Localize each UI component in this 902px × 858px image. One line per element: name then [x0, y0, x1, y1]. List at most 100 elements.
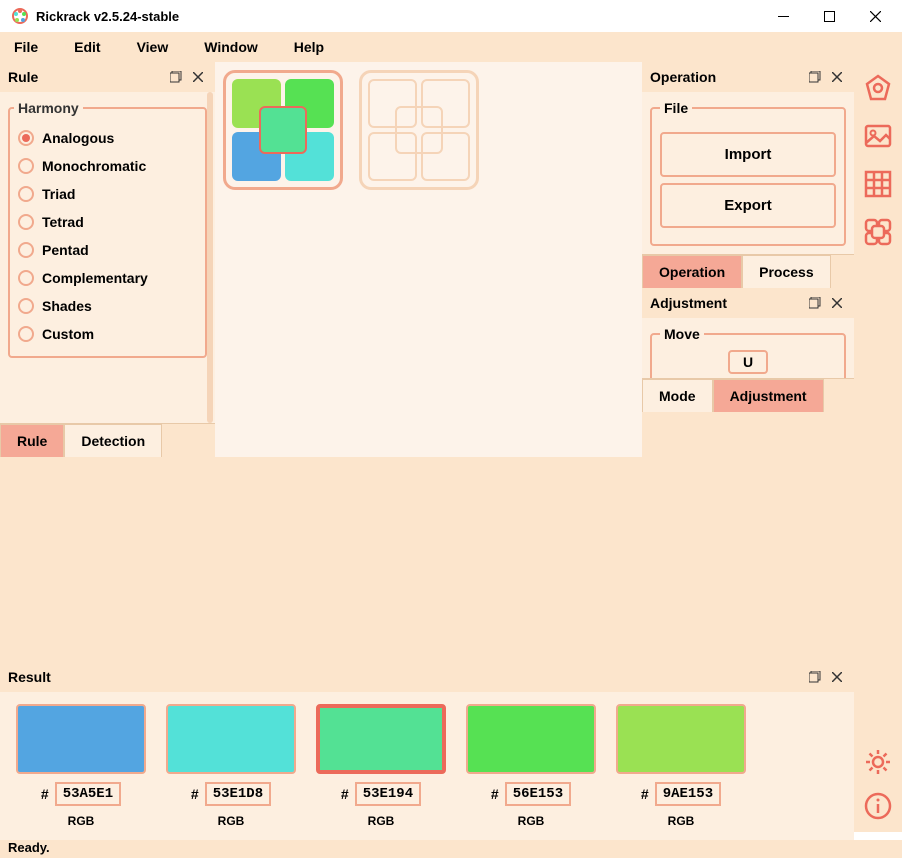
- rgb-label: RGB: [218, 814, 245, 828]
- rule-panel-title: Rule: [8, 69, 163, 85]
- adjustment-body: Move U: [642, 318, 854, 378]
- rgb-label: RGB: [518, 814, 545, 828]
- radio-analogous[interactable]: Analogous: [14, 124, 201, 152]
- board-tool-icon[interactable]: [860, 214, 896, 250]
- radio-icon: [18, 214, 34, 230]
- radio-triad[interactable]: Triad: [14, 180, 201, 208]
- info-icon[interactable]: [860, 788, 896, 824]
- wheel-tool-icon[interactable]: [860, 70, 896, 106]
- scrollbar[interactable]: [207, 92, 213, 423]
- hex-input[interactable]: 53A5E1: [55, 782, 121, 806]
- radio-icon: [18, 298, 34, 314]
- detach-icon[interactable]: [806, 294, 824, 312]
- color-swatch[interactable]: [16, 704, 146, 774]
- grid-tool-icon[interactable]: [860, 166, 896, 202]
- radio-icon: [18, 130, 34, 146]
- hex-input[interactable]: 56E153: [505, 782, 571, 806]
- thumbnail-row: [223, 70, 634, 190]
- adjustment-tabs: Mode Adjustment: [642, 378, 854, 412]
- radio-icon: [18, 326, 34, 342]
- rule-body: Harmony Analogous Monochromatic Triad Te…: [0, 92, 215, 423]
- palette-thumbnail-empty[interactable]: [359, 70, 479, 190]
- menu-edit[interactable]: Edit: [68, 35, 106, 59]
- radio-complementary[interactable]: Complementary: [14, 264, 201, 292]
- radio-tetrad[interactable]: Tetrad: [14, 208, 201, 236]
- detach-icon[interactable]: [806, 668, 824, 686]
- app-logo-icon: [12, 8, 28, 24]
- color-swatch[interactable]: [316, 704, 446, 774]
- export-button[interactable]: Export: [660, 183, 836, 228]
- rgb-label: RGB: [668, 814, 695, 828]
- menu-view[interactable]: View: [131, 35, 175, 59]
- tab-mode[interactable]: Mode: [642, 379, 713, 412]
- move-up-button[interactable]: U: [728, 350, 768, 374]
- settings-icon[interactable]: [860, 744, 896, 780]
- tab-operation[interactable]: Operation: [642, 255, 742, 288]
- detach-icon[interactable]: [167, 68, 185, 86]
- radio-custom[interactable]: Custom: [14, 320, 201, 348]
- result-swatch-4[interactable]: #9AE153 RGB: [616, 704, 746, 828]
- menubar: File Edit View Window Help: [0, 32, 902, 62]
- hex-input[interactable]: 53E1D8: [205, 782, 271, 806]
- radio-pentad[interactable]: Pentad: [14, 236, 201, 264]
- result-swatch-0[interactable]: #53A5E1 RGB: [16, 704, 146, 828]
- result-swatch-3[interactable]: #56E153 RGB: [466, 704, 596, 828]
- result-swatch-2[interactable]: #53E194 RGB: [316, 704, 446, 828]
- tab-rule[interactable]: Rule: [0, 424, 64, 457]
- rgb-label: RGB: [68, 814, 95, 828]
- result-body: #53A5E1 RGB #53E1D8 RGB #53E194 RGB #56E…: [0, 692, 854, 840]
- titlebar: Rickrack v2.5.24-stable: [0, 0, 902, 32]
- canvas-panel: [215, 62, 642, 457]
- result-swatch-1[interactable]: #53E1D8 RGB: [166, 704, 296, 828]
- rule-panel: Rule Harmony Analogous Monochromatic Tri…: [0, 62, 215, 457]
- status-text: Ready.: [8, 840, 50, 855]
- menu-file[interactable]: File: [8, 35, 44, 59]
- tab-process[interactable]: Process: [742, 255, 830, 288]
- file-group: File Import Export: [650, 100, 846, 246]
- close-button[interactable]: [852, 0, 898, 32]
- hex-input[interactable]: 53E194: [355, 782, 421, 806]
- close-panel-icon[interactable]: [189, 68, 207, 86]
- menu-window[interactable]: Window: [198, 35, 264, 59]
- minimize-button[interactable]: [760, 0, 806, 32]
- move-legend: Move: [660, 326, 704, 342]
- window-title: Rickrack v2.5.24-stable: [36, 9, 760, 24]
- radio-icon: [18, 158, 34, 174]
- maximize-button[interactable]: [806, 0, 852, 32]
- radio-icon: [18, 186, 34, 202]
- color-swatch[interactable]: [616, 704, 746, 774]
- operation-title: Operation: [650, 69, 802, 85]
- swatch-ghost: [395, 106, 444, 155]
- close-panel-icon[interactable]: [828, 68, 846, 86]
- radio-icon: [18, 270, 34, 286]
- right-panel: Operation File Import Export Operation P…: [642, 62, 854, 457]
- radio-shades[interactable]: Shades: [14, 292, 201, 320]
- operation-tabs: Operation Process: [642, 254, 854, 288]
- operation-body: File Import Export: [642, 92, 854, 254]
- palette-thumbnail-active[interactable]: [223, 70, 343, 190]
- radio-monochromatic[interactable]: Monochromatic: [14, 152, 201, 180]
- operation-panel-header: Operation: [642, 62, 854, 92]
- rule-tabs: Rule Detection: [0, 423, 215, 457]
- close-panel-icon[interactable]: [828, 668, 846, 686]
- hex-input[interactable]: 9AE153: [655, 782, 721, 806]
- image-tool-icon[interactable]: [860, 118, 896, 154]
- detach-icon[interactable]: [806, 68, 824, 86]
- move-group: Move U: [650, 326, 846, 378]
- color-swatch[interactable]: [166, 704, 296, 774]
- sidebar-tools: [854, 62, 902, 457]
- close-panel-icon[interactable]: [828, 294, 846, 312]
- statusbar: Ready.: [0, 840, 902, 858]
- menu-help[interactable]: Help: [288, 35, 330, 59]
- tab-adjustment[interactable]: Adjustment: [713, 379, 824, 412]
- adjustment-panel-header: Adjustment: [642, 288, 854, 318]
- color-swatch[interactable]: [466, 704, 596, 774]
- radio-icon: [18, 242, 34, 258]
- tab-detection[interactable]: Detection: [64, 424, 162, 457]
- adjustment-title: Adjustment: [650, 295, 802, 311]
- main-area: Rule Harmony Analogous Monochromatic Tri…: [0, 62, 902, 662]
- rule-panel-header: Rule: [0, 62, 215, 92]
- import-button[interactable]: Import: [660, 132, 836, 177]
- result-title: Result: [8, 669, 802, 685]
- result-panel: Result #53A5E1 RGB #53E1D8 RGB #53E194 R…: [0, 662, 854, 840]
